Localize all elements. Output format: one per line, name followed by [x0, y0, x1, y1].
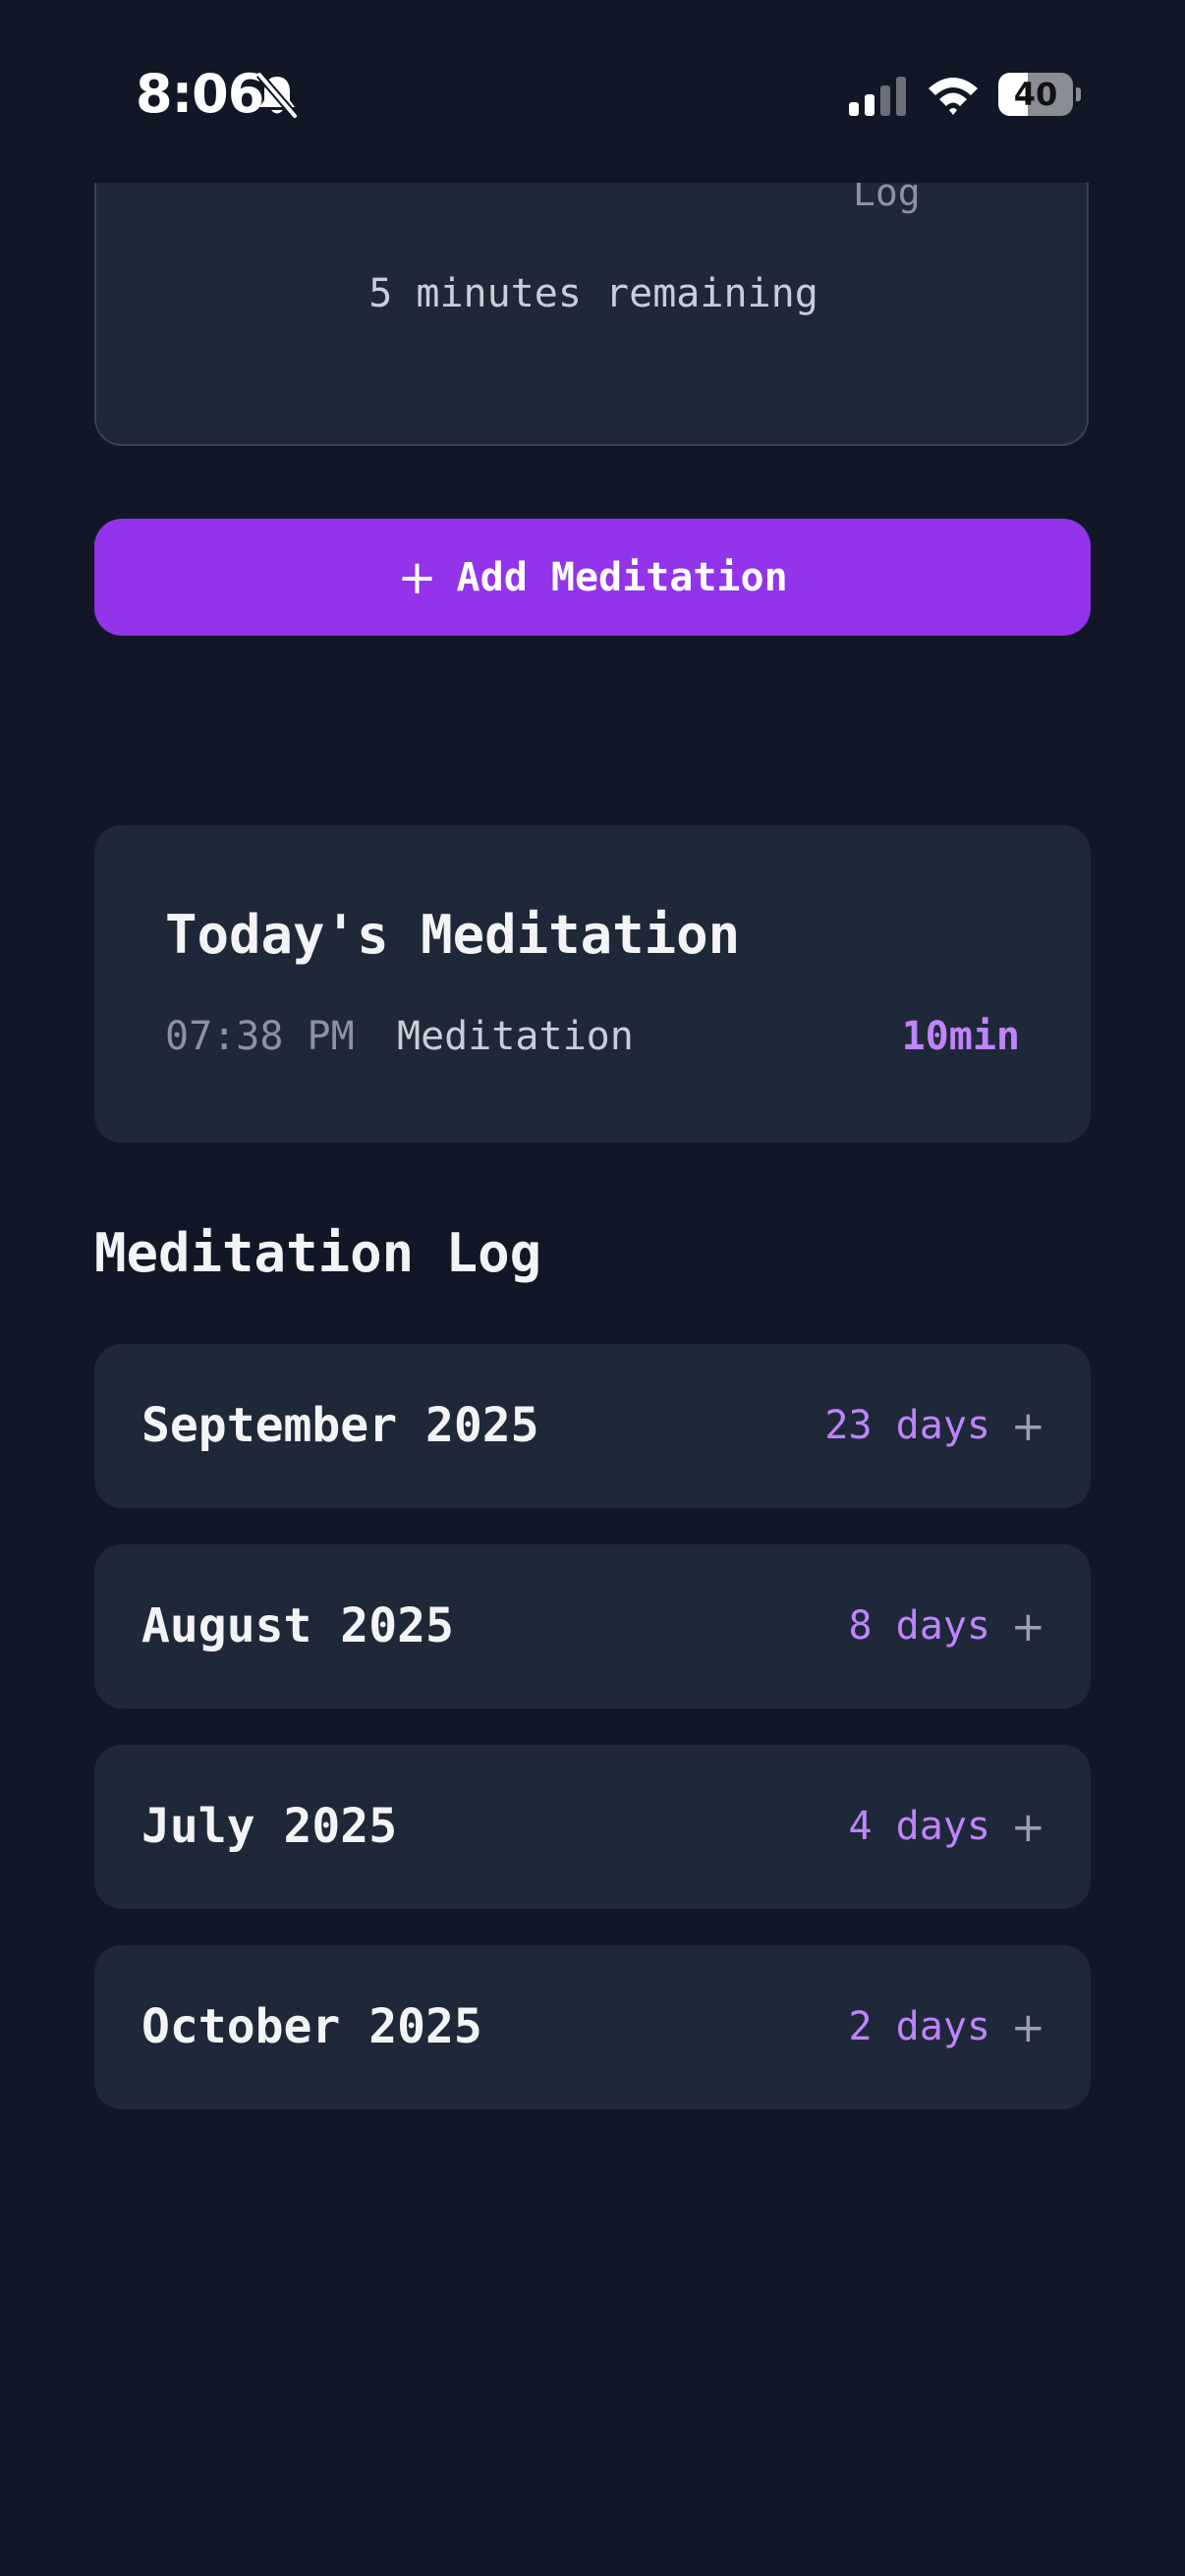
plus-icon: +	[397, 549, 437, 605]
wifi-icon	[929, 78, 978, 115]
expand-plus-icon[interactable]: +	[1011, 1745, 1045, 1909]
meditation-log-title: Meditation Log	[94, 1222, 542, 1284]
entry-duration: 10min	[901, 1014, 1020, 1059]
month-row-october-2025[interactable]: October 2025 2 days +	[94, 1945, 1091, 2109]
status-bar: 8:06 40	[0, 0, 1185, 183]
month-row-july-2025[interactable]: July 2025 4 days +	[94, 1745, 1091, 1909]
today-meditation-card: Today's Meditation 07:38 PM Meditation 1…	[94, 825, 1091, 1143]
month-row-august-2025[interactable]: August 2025 8 days +	[94, 1544, 1091, 1708]
battery-level: 40	[1013, 76, 1058, 113]
month-name: July 2025	[141, 1799, 398, 1854]
cellular-signal-icon	[849, 77, 906, 116]
bell-slash-icon	[255, 72, 299, 119]
month-name: October 2025	[141, 1999, 482, 2054]
entry-name: Meditation	[397, 1014, 634, 1059]
expand-plus-icon[interactable]: +	[1011, 1544, 1045, 1708]
month-days-count: 2 days	[848, 2004, 991, 2049]
status-time: 8:06	[136, 63, 264, 125]
month-row-september-2025[interactable]: September 2025 23 days +	[94, 1344, 1091, 1508]
month-days-count: 8 days	[848, 1603, 991, 1649]
month-name: September 2025	[141, 1398, 539, 1453]
timer-remaining-text: 5 minutes remaining	[368, 271, 818, 316]
add-meditation-button[interactable]: + Add Meditation	[94, 519, 1091, 636]
month-days-count: 23 days	[824, 1403, 990, 1448]
entry-time: 07:38 PM	[165, 1014, 355, 1059]
meditation-entry[interactable]: 07:38 PM Meditation 10min	[165, 1014, 1020, 1073]
month-name: August 2025	[141, 1598, 454, 1653]
expand-plus-icon[interactable]: +	[1011, 1344, 1045, 1508]
add-meditation-label: Add Meditation	[456, 554, 788, 600]
month-days-count: 4 days	[848, 1804, 991, 1849]
expand-plus-icon[interactable]: +	[1011, 1945, 1045, 2109]
today-title: Today's Meditation	[165, 904, 741, 966]
battery-icon: 40	[998, 73, 1081, 116]
